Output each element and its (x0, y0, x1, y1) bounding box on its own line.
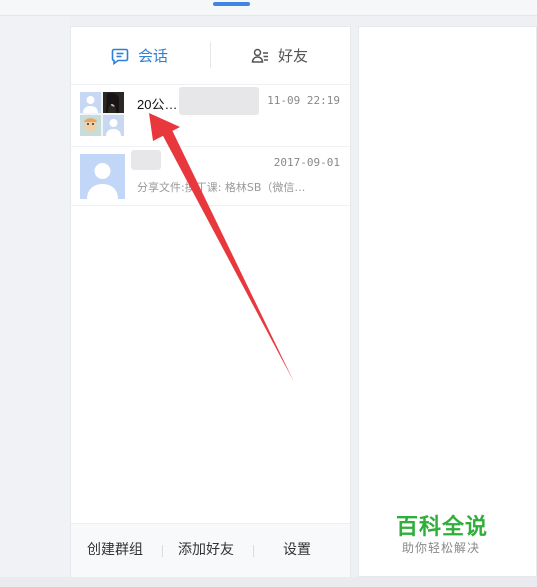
tab-divider (210, 42, 211, 68)
conversation-item[interactable]: 20公… 11-09 22:19 (71, 85, 350, 145)
settings-button[interactable]: 设置 (283, 524, 311, 577)
bottom-strip (0, 577, 537, 587)
member-avatar (103, 115, 124, 136)
active-tab-indicator (213, 2, 250, 6)
list-divider (71, 205, 350, 206)
watermark-subtitle: 助你轻松解决 (402, 541, 481, 555)
top-bar (0, 0, 537, 16)
tab-friends[interactable]: 好友 (251, 27, 308, 84)
tab-chat-label: 会话 (138, 47, 169, 65)
user-avatar (80, 154, 125, 199)
member-avatar (80, 115, 101, 136)
group-avatar (80, 92, 124, 136)
contacts-icon (251, 48, 268, 63)
conversation-last-message: 分享文件:摸丁课: 格林SB（微信… (137, 181, 306, 194)
add-friend-button[interactable]: 添加好友 (178, 524, 234, 577)
conversation-item[interactable]: 2017-09-01 分享文件:摸丁课: 格林SB（微信… (71, 146, 350, 207)
member-avatar (103, 92, 124, 113)
redaction-blur (179, 87, 259, 115)
chat-bubble-icon (111, 48, 129, 65)
redaction-blur (131, 150, 161, 170)
create-group-button[interactable]: 创建群组 (87, 524, 143, 577)
watermark-title: 百科全说 (396, 515, 489, 540)
tab-chat[interactable]: 会话 (111, 27, 168, 84)
cartoon-avatar-icon (84, 118, 97, 131)
action-divider (162, 545, 163, 557)
conversation-panel: 会话 好友 20公… 11-09 22:19 2017-09-01 分享文件:摸… (70, 26, 351, 577)
panel-tabs: 会话 好友 (71, 27, 350, 85)
member-avatar (80, 92, 101, 113)
default-user-icon (83, 96, 98, 113)
default-user-icon (106, 119, 121, 136)
tab-friends-label: 好友 (278, 47, 309, 65)
conversation-name: 20公… (137, 97, 178, 112)
left-sidebar (0, 16, 70, 587)
chat-content-panel: 百科全说 助你轻松解决 (358, 26, 537, 577)
conversation-time: 11-09 22:19 (267, 94, 340, 107)
photo-avatar-icon (106, 93, 119, 113)
conversation-time: 2017-09-01 (273, 156, 340, 169)
action-divider (253, 545, 254, 557)
default-user-icon (87, 163, 118, 199)
bottom-action-bar: 创建群组 添加好友 设置 (71, 523, 350, 577)
